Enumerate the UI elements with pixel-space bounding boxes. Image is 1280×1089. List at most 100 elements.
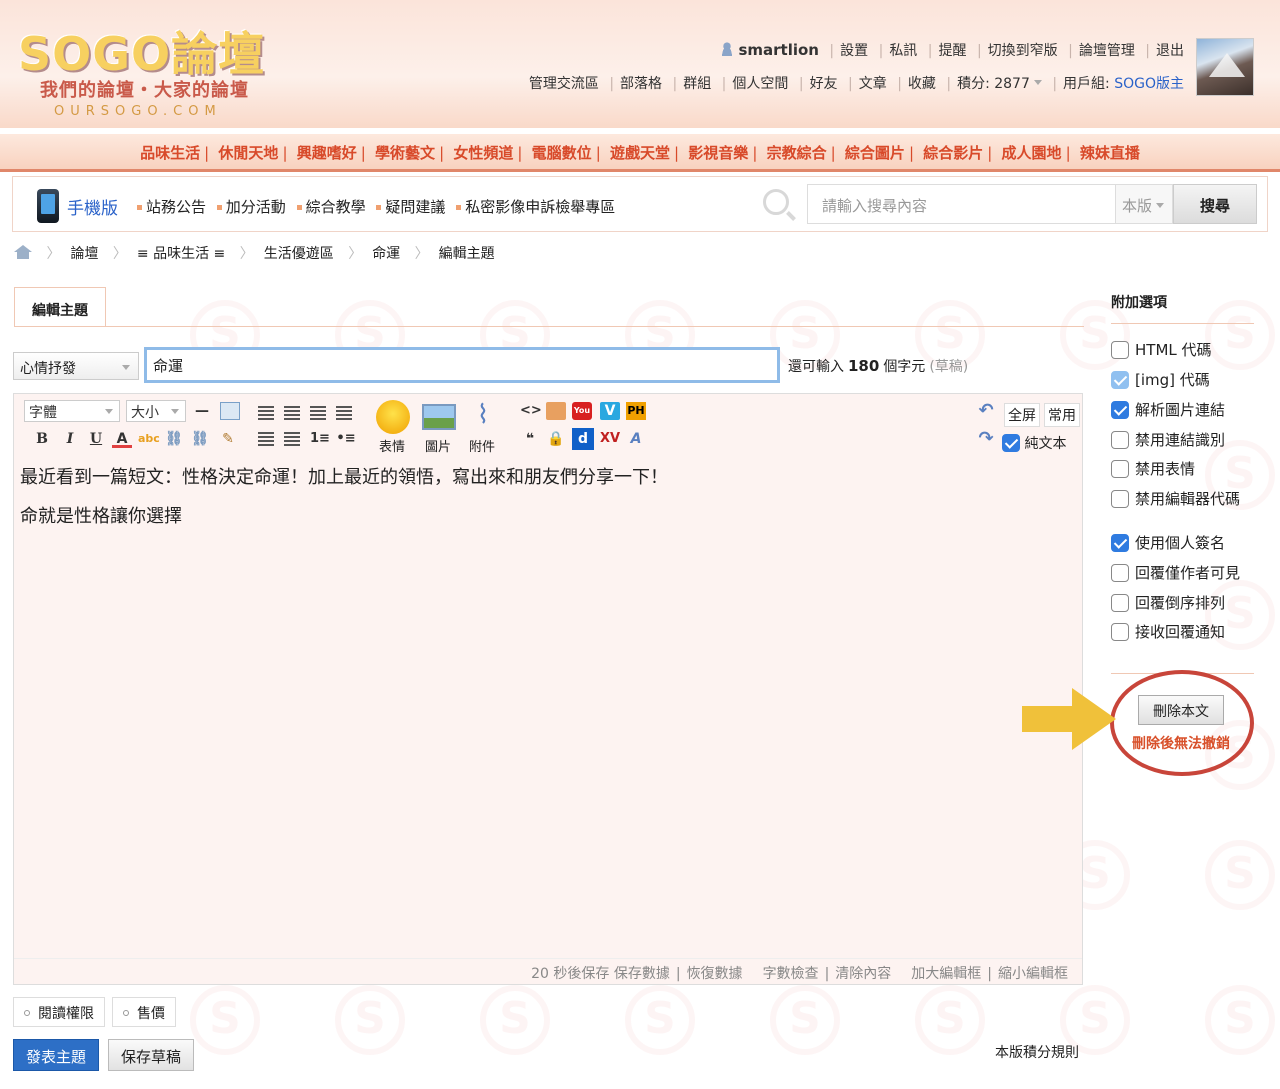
mobile-version-link[interactable]: 手機版 xyxy=(67,194,118,219)
clear-format-icon[interactable]: ✎ xyxy=(218,430,238,448)
sell-price-button[interactable]: 售價 xyxy=(112,997,176,1027)
option-use-signature[interactable]: 使用個人簽名 xyxy=(1111,532,1225,553)
category-item[interactable]: 興趣嗜好 xyxy=(297,144,357,162)
read-permission-button[interactable]: 閱讀權限 xyxy=(13,997,105,1027)
align-right-icon[interactable] xyxy=(310,406,326,420)
float-left-icon[interactable] xyxy=(258,432,274,446)
image-label[interactable]: 圖片 xyxy=(425,436,451,455)
highlight-icon[interactable]: abc xyxy=(138,430,160,448)
vimeo-icon[interactable]: V xyxy=(600,402,620,420)
plain-text-checkbox[interactable] xyxy=(1002,434,1020,452)
redo-icon[interactable]: ↷ xyxy=(976,430,996,448)
word-count-link[interactable]: 字數檢查 xyxy=(763,966,819,982)
quick-link-report[interactable]: 私密影像申訴檢舉專區 xyxy=(456,198,615,216)
flash-icon[interactable] xyxy=(546,402,566,420)
site-logo[interactable]: SOGO論壇 我們的論壇・大家的論壇 OURSOGO.COM xyxy=(18,18,278,122)
image-icon[interactable] xyxy=(422,404,456,430)
option-reply-notification[interactable]: 接收回覆通知 xyxy=(1111,621,1225,642)
horizontal-rule-icon[interactable]: — xyxy=(192,402,212,420)
category-item[interactable]: 成人園地 xyxy=(1002,144,1062,162)
category-item[interactable]: 影視音樂 xyxy=(688,144,748,162)
plain-text-toggle[interactable]: 純文本 xyxy=(1002,433,1066,453)
save-draft-button[interactable]: 保存草稿 xyxy=(108,1039,194,1071)
blog-link[interactable]: 部落格 xyxy=(620,76,662,92)
breadcrumb-forum[interactable]: 論壇 xyxy=(70,246,98,262)
groups-link[interactable]: 群組 xyxy=(683,76,711,92)
phone-icon[interactable] xyxy=(37,189,59,223)
quote-icon[interactable]: ❝ xyxy=(520,430,540,448)
friends-link[interactable]: 好友 xyxy=(810,76,838,92)
bullet-list-icon[interactable]: •≡ xyxy=(336,430,356,448)
home-icon[interactable] xyxy=(14,245,32,259)
category-item[interactable]: 綜合圖片 xyxy=(845,144,905,162)
quick-link-tutorials[interactable]: 綜合教學 xyxy=(296,198,366,216)
code-icon[interactable]: <> xyxy=(520,402,542,420)
checkbox[interactable] xyxy=(1111,564,1129,582)
checkbox[interactable] xyxy=(1111,341,1129,359)
font-family-select[interactable]: 字體 xyxy=(24,400,120,422)
quick-link-bonus-events[interactable]: 加分活動 xyxy=(216,198,286,216)
credit-rules-link[interactable]: 本版積分規則 xyxy=(995,1042,1079,1062)
youtube-icon[interactable]: You xyxy=(572,402,592,420)
option-reply-author-only[interactable]: 回覆僅作者可見 xyxy=(1111,562,1240,583)
settings-link[interactable]: 設置 xyxy=(840,43,868,59)
notifications-link[interactable]: 提醒 xyxy=(938,43,966,59)
tab-edit-topic[interactable]: 編輯主題 xyxy=(14,287,106,327)
float-right-icon[interactable] xyxy=(284,432,300,446)
quick-link-announcements[interactable]: 站務公告 xyxy=(137,198,206,216)
align-justify-icon[interactable] xyxy=(336,406,352,420)
pornhub-icon[interactable]: PH xyxy=(626,402,646,420)
option-html-code[interactable]: HTML 代碼 xyxy=(1111,339,1212,360)
quick-link-questions[interactable]: 疑問建議 xyxy=(376,198,445,216)
shrink-editor-link[interactable]: 縮小編輯框 xyxy=(998,966,1068,982)
option-disable-link-detection[interactable]: 禁用連結識別 xyxy=(1111,429,1225,450)
editor-content[interactable]: 最近看到一篇短文：性格決定命運！加上最近的領悟，寫出來和朋友們分享一下！ 命就是… xyxy=(20,464,668,542)
align-left-icon[interactable] xyxy=(258,406,274,420)
subject-input[interactable]: 命運 xyxy=(144,347,780,383)
checkbox[interactable] xyxy=(1111,594,1129,612)
category-item[interactable]: 宗教綜合 xyxy=(767,144,827,162)
checkbox[interactable] xyxy=(1111,401,1129,419)
undo-icon[interactable]: ↶ xyxy=(976,402,996,420)
checkbox[interactable] xyxy=(1111,431,1129,449)
enlarge-editor-link[interactable]: 加大編輯框 xyxy=(911,966,981,982)
avatar[interactable] xyxy=(1196,38,1254,96)
favorites-link[interactable]: 收藏 xyxy=(908,76,936,92)
fullscreen-button[interactable]: 全屏 xyxy=(1004,403,1040,427)
post-topic-button[interactable]: 發表主題 xyxy=(13,1039,99,1071)
breadcrumb-category[interactable]: ≡ 品味生活 ≡ xyxy=(137,246,225,262)
category-item[interactable]: 品味生活 xyxy=(140,144,200,162)
category-item[interactable]: 綜合影片 xyxy=(923,144,983,162)
emoji-label[interactable]: 表情 xyxy=(379,436,405,455)
option-disable-editor-code[interactable]: 禁用編輯器代碼 xyxy=(1111,488,1240,509)
bold-icon[interactable]: B xyxy=(32,430,52,448)
breadcrumb-thread[interactable]: 命運 xyxy=(372,246,400,262)
restore-data-link[interactable]: 恢復數據 xyxy=(687,966,743,982)
attachment-label[interactable]: 附件 xyxy=(469,436,495,455)
hide-content-icon[interactable]: 🔒 xyxy=(546,430,566,448)
common-button[interactable]: 常用 xyxy=(1044,403,1080,427)
search-button[interactable]: 搜尋 xyxy=(1173,184,1257,224)
category-item[interactable]: 遊戲天堂 xyxy=(610,144,670,162)
option-disable-emoji[interactable]: 禁用表情 xyxy=(1111,458,1195,479)
articles-link[interactable]: 文章 xyxy=(859,76,887,92)
checkbox[interactable] xyxy=(1111,490,1129,508)
italic-icon[interactable]: I xyxy=(60,430,80,448)
username-link[interactable]: smartlion xyxy=(738,41,819,59)
xvideos-icon[interactable]: XV xyxy=(600,430,620,448)
mood-select[interactable]: 心情抒發 xyxy=(13,352,139,380)
checkbox[interactable] xyxy=(1111,534,1129,552)
emoji-icon[interactable] xyxy=(376,400,410,434)
narrow-layout-link[interactable]: 切換到窄版 xyxy=(988,43,1058,59)
personal-space-link[interactable]: 個人空間 xyxy=(732,76,788,92)
credits-menu[interactable]: 積分: 2877 xyxy=(957,76,1042,92)
category-item[interactable]: 休閒天地 xyxy=(218,144,278,162)
table-icon[interactable] xyxy=(220,402,240,420)
messages-link[interactable]: 私訊 xyxy=(889,43,917,59)
clear-content-link[interactable]: 清除內容 xyxy=(835,966,891,982)
category-item[interactable]: 學術藝文 xyxy=(375,144,435,162)
checkbox[interactable] xyxy=(1111,460,1129,478)
link-icon[interactable]: ⛓ xyxy=(164,430,184,448)
search-scope-select[interactable]: 本版 xyxy=(1115,184,1173,224)
ordered-list-icon[interactable]: 1≡ xyxy=(310,430,330,448)
